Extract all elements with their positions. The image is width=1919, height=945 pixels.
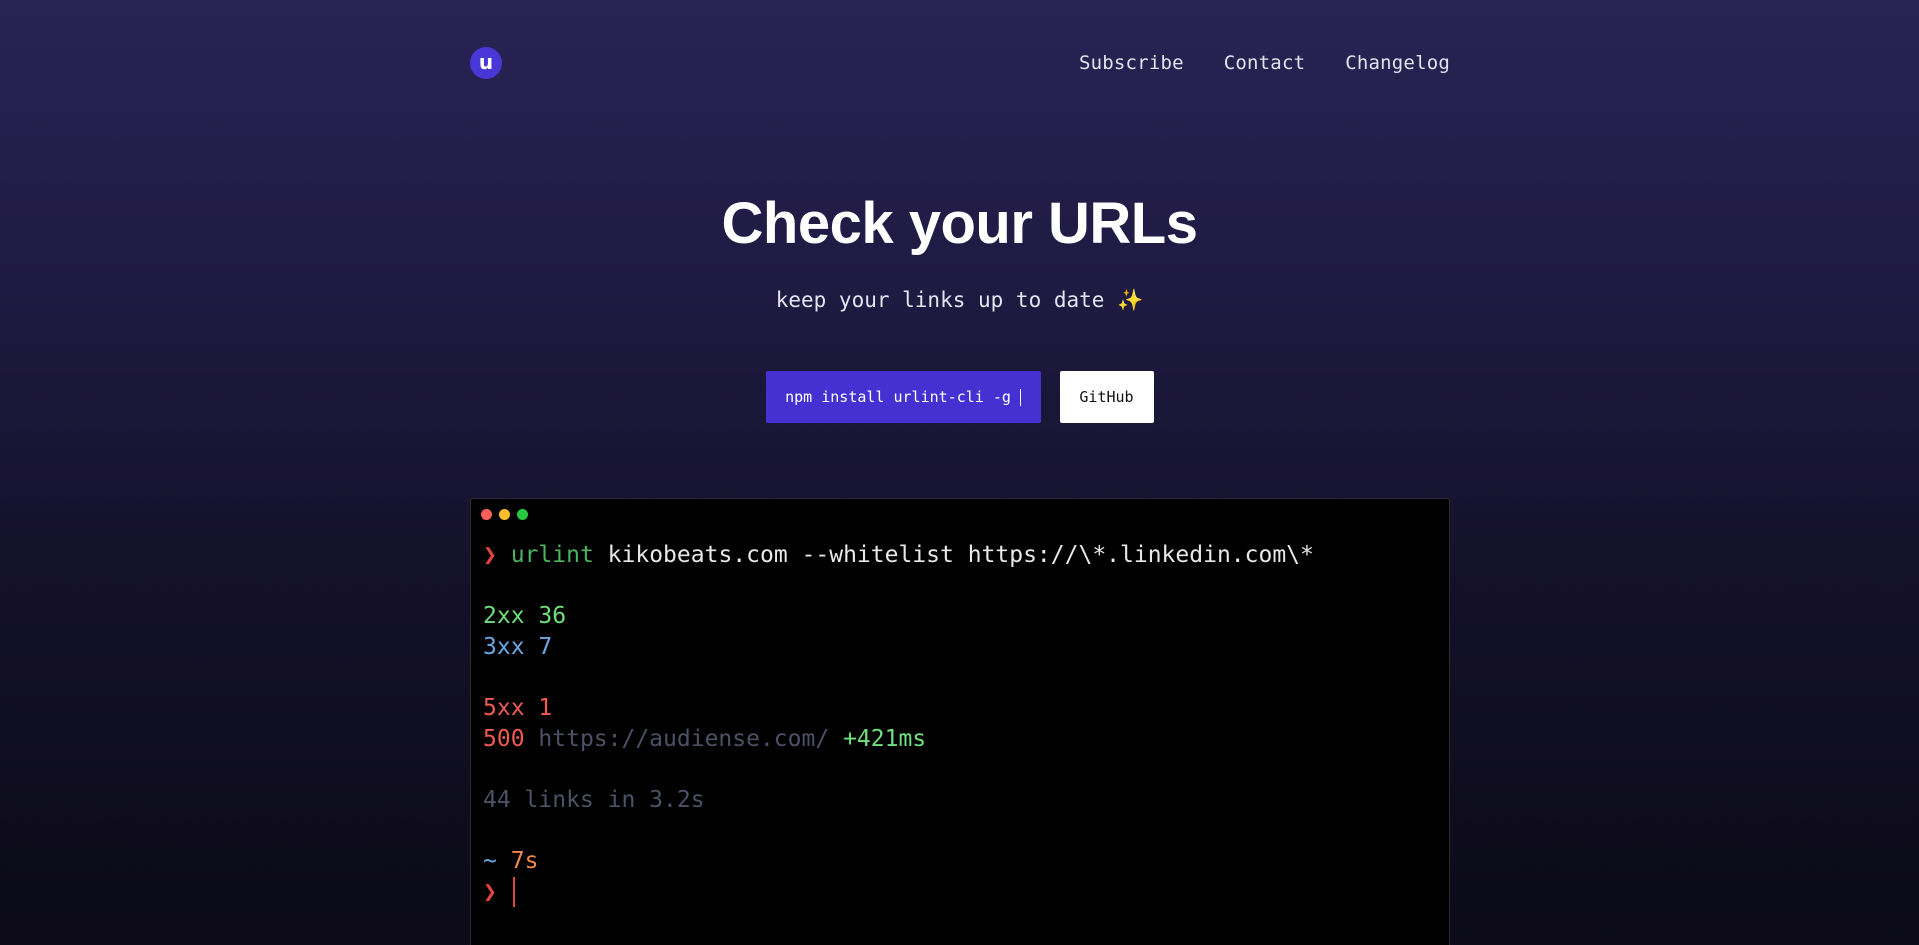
terminal-cursor <box>512 877 515 908</box>
stat-3xx: 3xx 7 <box>483 632 1437 663</box>
cta-row: npm install urlint-cli -g GitHub <box>0 371 1919 423</box>
prompt-icon: ❯ <box>483 542 497 568</box>
window-minimize-dot-icon <box>499 509 510 520</box>
terminal-window: ❯ urlint kikobeats.com --whitelist https… <box>470 498 1450 945</box>
summary-line: 44 links in 3.2s <box>483 786 705 813</box>
error-code: 500 <box>483 725 525 752</box>
page-subtitle: keep your links up to date ✨ <box>0 288 1919 313</box>
command-line: ❯ urlint kikobeats.com --whitelist https… <box>483 540 1437 571</box>
stat-5xx: 5xx 1 <box>483 693 1437 724</box>
command-args: kikobeats.com --whitelist https://\*.lin… <box>607 542 1314 568</box>
window-close-dot-icon <box>481 509 492 520</box>
text-caret <box>1019 388 1021 406</box>
stat-3xx-label: 3xx <box>483 633 525 660</box>
install-command-text: npm install urlint-cli -g <box>785 388 1011 406</box>
github-button[interactable]: GitHub <box>1059 371 1154 423</box>
prompt-icon: ❯ <box>483 878 497 905</box>
subtitle-text: keep your links up to date <box>775 288 1105 312</box>
sparkles-icon: ✨ <box>1117 288 1144 312</box>
install-command-button[interactable]: npm install urlint-cli -g <box>765 371 1041 423</box>
nav-subscribe-link[interactable]: Subscribe <box>1079 52 1184 74</box>
stat-2xx-count: 36 <box>538 603 567 630</box>
nav-changelog-link[interactable]: Changelog <box>1345 52 1450 74</box>
error-url: https://audiense.com/ <box>538 725 830 752</box>
page-title: Check your URLs <box>721 191 1198 256</box>
stat-2xx-label: 2xx <box>483 603 525 630</box>
command-name: urlint <box>510 542 594 568</box>
stat-3xx-count: 7 <box>538 633 553 660</box>
window-maximize-dot-icon <box>517 509 528 520</box>
nav-contact-link[interactable]: Contact <box>1224 52 1305 74</box>
elapsed-time: 7s <box>510 847 539 874</box>
input-line[interactable]: ❯ <box>483 877 1437 908</box>
home-tilde: ~ <box>483 847 497 874</box>
window-controls <box>481 509 528 520</box>
error-time: +421ms <box>843 725 927 752</box>
nav-links: Subscribe Contact Changelog <box>1079 52 1450 74</box>
elapsed-line: ~ 7s <box>483 846 1437 877</box>
stat-5xx-count: 1 <box>538 694 553 721</box>
stat-2xx: 2xx 36 <box>483 601 1437 632</box>
stat-5xx-label: 5xx <box>483 694 525 721</box>
error-row: 500 https://audiense.com/ +421ms <box>483 724 1437 755</box>
urlint-logo-icon[interactable]: u <box>470 47 502 79</box>
terminal-output: ❯ urlint kikobeats.com --whitelist https… <box>483 540 1437 908</box>
top-navigation: u Subscribe Contact Changelog <box>470 46 1450 80</box>
